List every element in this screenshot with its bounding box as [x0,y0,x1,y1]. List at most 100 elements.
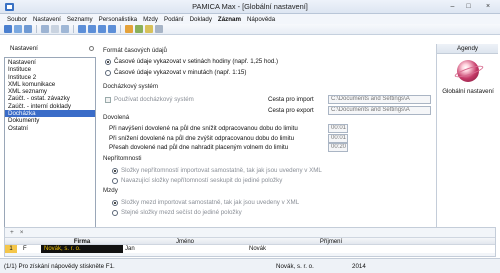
row-number: 1 [5,245,17,253]
option-wage-import[interactable]: Složky mezd importovat samostatně, tak j… [112,199,299,206]
refresh-icon[interactable] [135,25,143,33]
agendas-panel: Agendy Globální nastavení [436,44,498,239]
settings-item-zauct-interni[interactable]: Zaúčt. - interní doklady [5,103,95,110]
option-absence-group[interactable]: Navazující složky nepřítomností seskupit… [112,177,282,184]
settings-content: Formát časových údajů Časové údaje vykaz… [100,44,433,239]
title-bar: PAMICA Max - [Globální nastavení] – □ × [0,0,500,14]
toolbar-separator [73,25,74,33]
option-absence-import[interactable]: Složky nepřítomností importovat samostat… [112,167,322,174]
status-company: Novák, s. r. o. [276,263,314,270]
close-button[interactable]: × [478,2,498,11]
pin-icon[interactable] [89,46,94,51]
globe-icon[interactable] [457,60,479,82]
option-format-hours-label: Časové údaje vykazovat v setinách hodiny… [114,58,279,65]
grid-toolbar: + × [5,228,495,237]
toolbar-separator [36,25,37,33]
cell-jmeno[interactable]: Jan [125,245,245,253]
leave-raise-field[interactable]: 00:01 [328,124,348,133]
prev-record-icon[interactable] [88,25,96,33]
copy-icon[interactable] [51,25,59,33]
settings-item-dokumenty[interactable]: Dokumenty [5,117,95,124]
minimize-button[interactable]: – [446,2,459,11]
paste-icon[interactable] [61,25,69,33]
section-title-leave: Dovolená [103,114,130,121]
status-hint: (1/1) Pro získání nápovědy stiskněte F1. [4,263,115,270]
open-icon[interactable] [14,25,22,33]
section-title-absence: Nepřítomnosti [103,155,142,162]
status-bar: (1/1) Pro získání nápovědy stiskněte F1.… [0,258,500,273]
settings-panel: Nastavení Nastavení Instituce Instituce … [4,44,96,239]
status-year: 2014 [352,263,366,270]
settings-item-xml-komunikace[interactable]: XML komunikace [5,81,95,88]
toolbar [0,24,500,35]
settings-item-xml-seznamy[interactable]: XML seznamy [5,88,95,95]
option-absence-import-label: Složky nepřítomností importovat samostat… [121,167,322,174]
settings-item-dochazka[interactable]: Docházka [5,110,95,118]
row-mark: F [23,246,27,252]
window-title: PAMICA Max - [Globální nastavení] [192,2,308,11]
radio-format-hours[interactable] [105,58,111,65]
menu-doklady[interactable]: Doklady [187,16,215,23]
filter-icon[interactable] [125,25,133,33]
option-use-attendance[interactable]: Používat docházkový systém [105,96,194,103]
save-icon[interactable] [24,25,32,33]
radio-format-minutes[interactable] [105,69,111,76]
radio-absence-group[interactable] [112,177,118,184]
leave-replace-label: Přesah dovolené nad půl dne nahradit pla… [109,144,289,151]
settings-item-instituce-2[interactable]: Instituce 2 [5,74,95,81]
menu-soubor[interactable]: Soubor [4,16,30,23]
first-record-icon[interactable] [78,25,86,33]
menu-mzdy[interactable]: Mzdy [140,16,161,23]
folder-icon[interactable] [145,25,153,33]
agendas-header: Agendy [437,44,498,54]
settings-item-nastaveni[interactable]: Nastavení [5,59,95,66]
settings-item-instituce[interactable]: Instituce [5,66,95,73]
settings-item-ostatni[interactable]: Ostatní [5,125,95,132]
leave-lower-label: Při snížení dovolené na půl dne zvýšit o… [109,135,295,142]
menu-nastaveni[interactable]: Nastavení [30,16,64,23]
leave-raise-label: Při navýšení dovolené na půl dne snížit … [109,125,298,132]
menu-bar: Soubor Nastavení Seznamy Personalistika … [0,14,500,24]
radio-wage-import[interactable] [112,199,118,206]
grid-header-row: Firma Jméno Příjmení [5,237,495,245]
settings-panel-title: Nastavení [10,45,38,52]
next-record-icon[interactable] [98,25,106,33]
cell-prijmeni[interactable]: Novák [249,245,369,253]
radio-wage-group[interactable] [112,209,118,216]
leave-replace-field[interactable]: 00:20 [328,143,348,152]
export-path-label: Cesta pro export [268,107,314,114]
radio-absence-import[interactable] [112,167,118,174]
settings-list: Nastavení Instituce Instituce 2 XML komu… [4,57,96,237]
option-format-minutes[interactable]: Časové údaje vykazovat v minutách (např.… [105,69,246,76]
new-icon[interactable] [4,25,12,33]
delete-row-icon[interactable]: × [20,229,24,236]
option-format-minutes-label: Časové údaje vykazovat v minutách (např.… [114,69,247,76]
import-path-field[interactable]: C:\Documents and Settings\A [328,95,431,104]
maximize-button[interactable]: □ [462,2,475,11]
menu-napoveda[interactable]: Nápověda [244,16,278,23]
section-title-wage: Mzdy [103,187,118,194]
checkbox-use-attendance[interactable] [105,96,111,103]
settings-item-zauct-ostat[interactable]: Zaúčt. - ostat. závazky [5,95,95,102]
option-format-hours[interactable]: Časové údaje vykazovat v setinách hodiny… [105,58,278,65]
table-row[interactable]: 1 F Novák, s. r. o. Jan Novák [5,245,495,253]
print-icon[interactable] [41,25,49,33]
menu-personalistika[interactable]: Personalistika [96,16,141,23]
toolbar-separator [120,25,121,33]
menu-zaznam[interactable]: Záznam [215,16,244,23]
menu-podani[interactable]: Podání [161,16,187,23]
records-grid: + × Firma Jméno Příjmení 1 F Novák, s. r… [4,227,496,257]
export-path-field[interactable]: C:\Documents and Settings\A [328,106,431,115]
import-path-label: Cesta pro import [268,96,314,103]
leave-lower-field[interactable]: 00:01 [328,134,348,143]
last-record-icon[interactable] [108,25,116,33]
cell-firma[interactable]: Novák, s. r. o. [41,245,123,253]
menu-seznamy[interactable]: Seznamy [64,16,96,23]
add-row-icon[interactable]: + [10,229,14,236]
option-wage-group-label: Stejné složky mezd sečíst do jediné polo… [121,209,242,216]
settings-panel-header: Nastavení [4,44,96,53]
settings-icon[interactable] [155,25,163,33]
global-settings-label[interactable]: Globální nastavení [437,88,499,95]
option-wage-group[interactable]: Stejné složky mezd sečíst do jediné polo… [112,209,242,216]
option-absence-group-label: Navazující složky nepřítomností seskupit… [121,177,283,184]
